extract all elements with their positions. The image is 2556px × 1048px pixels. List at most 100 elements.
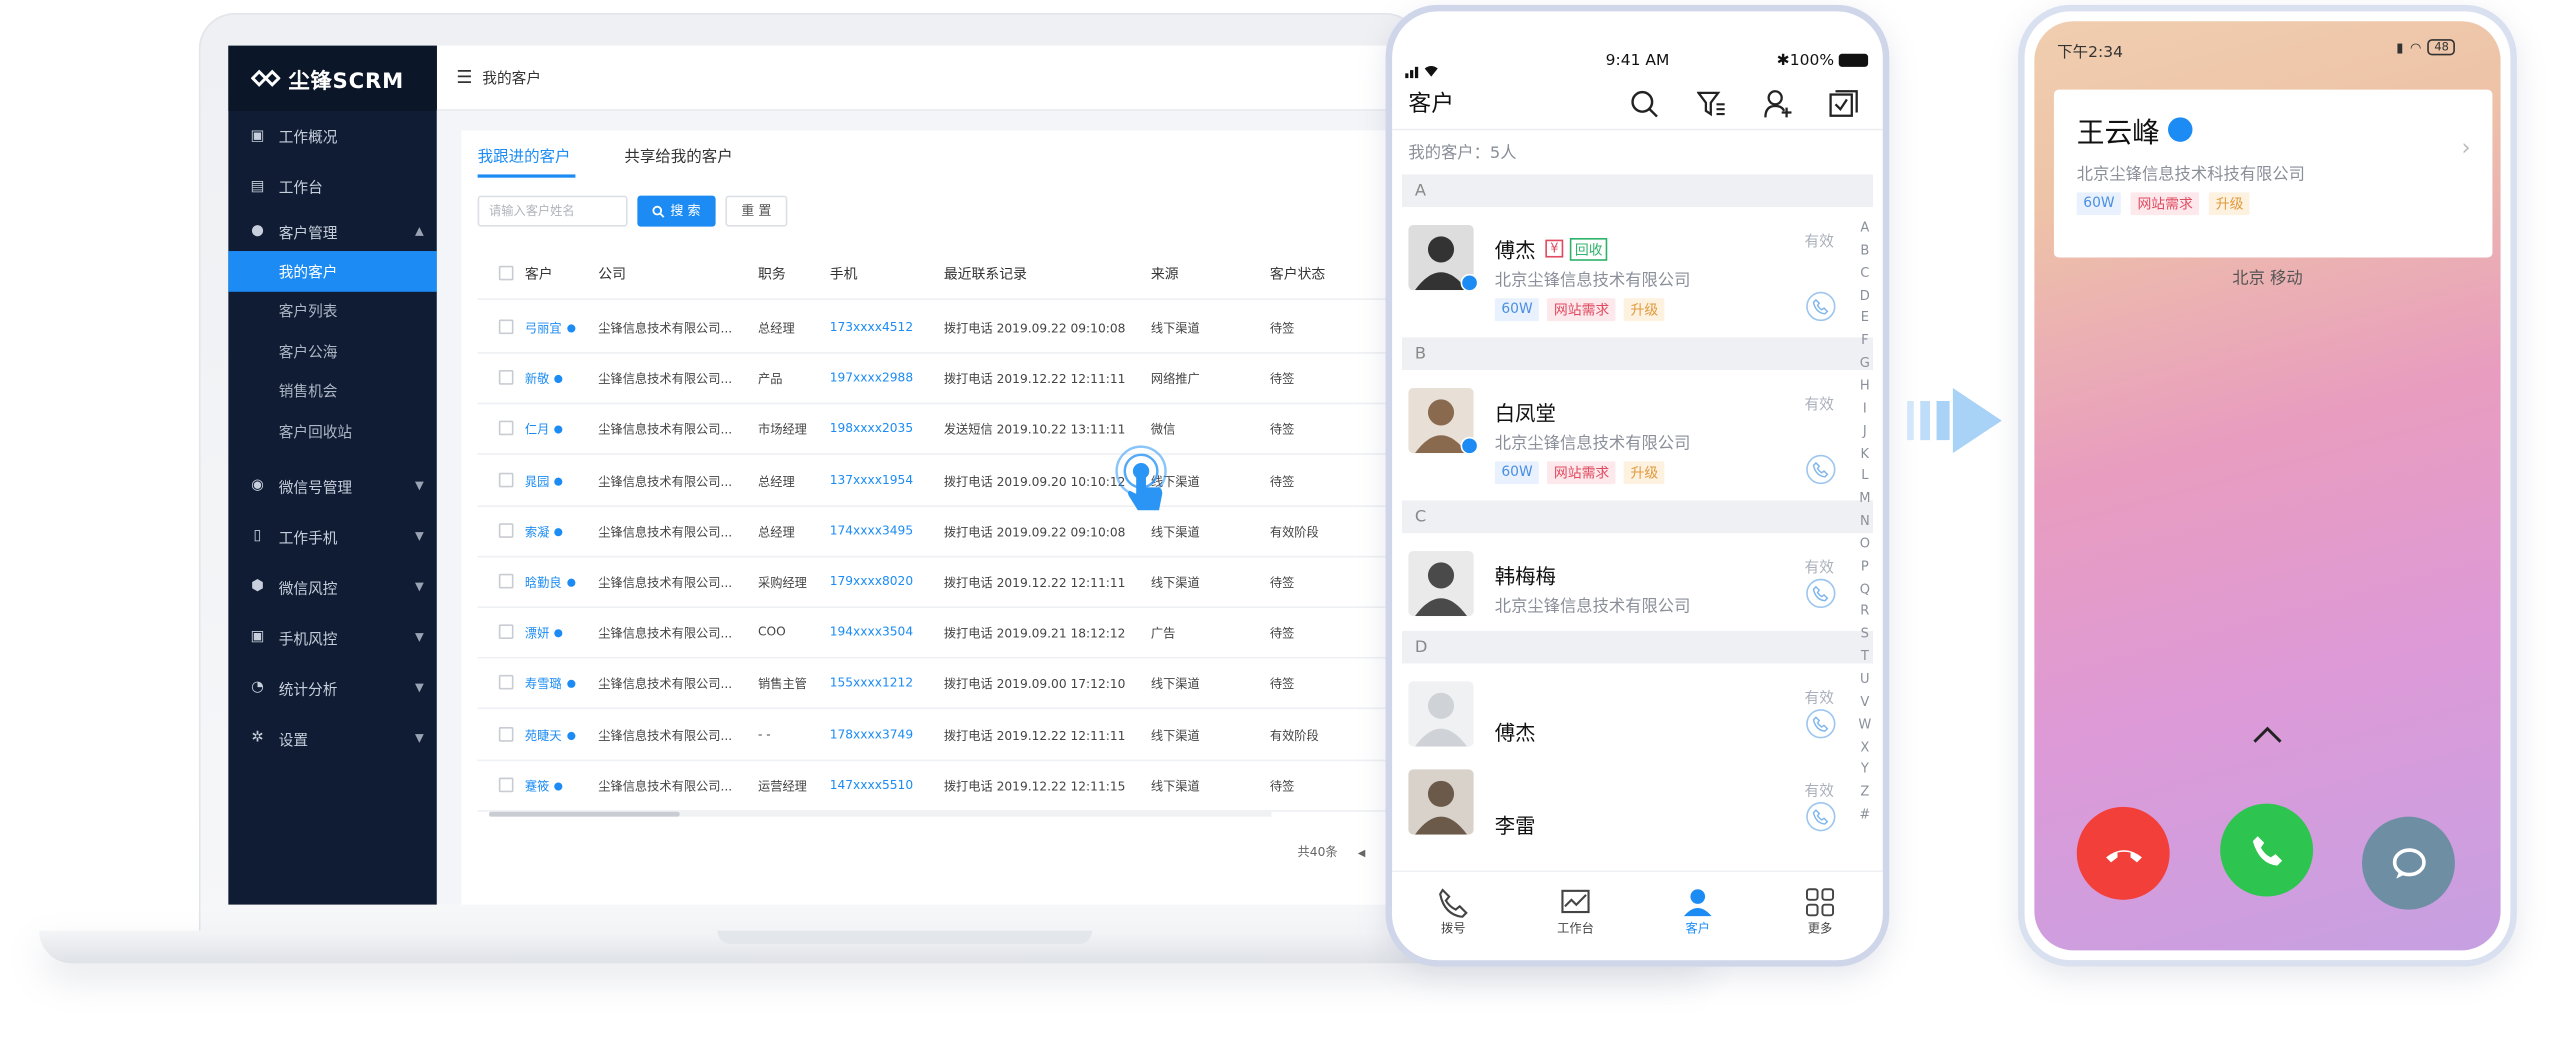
alpha-index-letter[interactable]: P bbox=[1857, 555, 1873, 578]
sub-nav-item[interactable]: 客户回收站 bbox=[228, 411, 437, 451]
accept-call-button[interactable] bbox=[2220, 803, 2314, 897]
alpha-index-letter[interactable]: B bbox=[1857, 239, 1873, 262]
alpha-index-letter[interactable]: U bbox=[1857, 668, 1873, 691]
nav-item-6[interactable]: ▣ 手机风控 ▼ bbox=[228, 612, 437, 663]
call-button[interactable] bbox=[1806, 578, 1836, 609]
nav-item-4[interactable]: ▯ 工作手机 ▼ bbox=[228, 511, 437, 562]
batch-select-icon[interactable] bbox=[1829, 90, 1858, 119]
search-icon[interactable] bbox=[1630, 90, 1659, 119]
row-checkbox[interactable] bbox=[498, 573, 514, 589]
tab-dial[interactable]: 拨号 bbox=[1392, 887, 1514, 938]
customer-name-link[interactable]: 弓丽宜 bbox=[525, 319, 577, 337]
alpha-index-letter[interactable]: A bbox=[1857, 217, 1873, 240]
customer-name-link[interactable]: 新敬 bbox=[525, 370, 565, 388]
row-checkbox[interactable] bbox=[498, 370, 514, 386]
nav-item-8[interactable]: ✲ 设置 ▼ bbox=[228, 713, 437, 764]
phone-link[interactable]: 155xxxx1212 bbox=[830, 675, 913, 690]
alpha-index-letter[interactable]: V bbox=[1857, 691, 1873, 714]
call-button[interactable] bbox=[1806, 709, 1836, 739]
nav-item-1[interactable]: ▤ 工作台 bbox=[228, 161, 437, 212]
alpha-index-letter[interactable]: X bbox=[1857, 736, 1873, 759]
phone-link[interactable]: 197xxxx2988 bbox=[830, 370, 913, 385]
row-checkbox[interactable] bbox=[498, 777, 514, 792]
alpha-index-letter[interactable]: Z bbox=[1857, 781, 1873, 804]
brand-logo[interactable]: 尘锋SCRM bbox=[228, 45, 437, 111]
prev-page-icon[interactable]: ◀ bbox=[1358, 848, 1366, 859]
alpha-index-letter[interactable]: # bbox=[1857, 804, 1873, 827]
phone-link[interactable]: 178xxxx3749 bbox=[830, 726, 913, 741]
contact-row[interactable]: 韩梅梅 北京尘锋信息技术有限公司 有效 bbox=[1392, 546, 1865, 644]
alpha-index-letter[interactable]: S bbox=[1857, 623, 1873, 646]
call-button[interactable] bbox=[1806, 291, 1836, 322]
tab-grid[interactable]: 更多 bbox=[1759, 887, 1881, 938]
customer-name-link[interactable]: 晗勤良 bbox=[525, 574, 577, 592]
tab-my-followed[interactable]: 我跟进的客户 bbox=[478, 143, 571, 166]
chevron-up-icon[interactable] bbox=[2251, 725, 2284, 745]
call-button[interactable] bbox=[1806, 802, 1836, 832]
sub-nav-item[interactable]: 客户列表 bbox=[228, 291, 437, 331]
row-checkbox[interactable] bbox=[498, 522, 514, 538]
customer-name-search-input[interactable]: 请输入客户姓名 bbox=[477, 195, 628, 227]
tab-shared-to-me[interactable]: 共享给我的客户 bbox=[624, 143, 732, 166]
alpha-index-letter[interactable]: H bbox=[1857, 375, 1873, 398]
nav-item-3[interactable]: ◉ 微信号管理 ▼ bbox=[228, 461, 437, 512]
alpha-index-letter[interactable]: Y bbox=[1857, 759, 1873, 782]
search-button[interactable]: 搜 索 bbox=[637, 195, 716, 227]
alpha-index-letter[interactable]: E bbox=[1857, 307, 1873, 330]
alpha-index-letter[interactable]: C bbox=[1857, 262, 1873, 285]
phone-link[interactable]: 147xxxx5510 bbox=[830, 777, 913, 792]
sub-nav-item[interactable]: 我的客户 bbox=[228, 251, 437, 291]
phone-link[interactable]: 137xxxx1954 bbox=[830, 472, 913, 487]
message-button[interactable] bbox=[2362, 816, 2455, 910]
nav-item-2[interactable]: ● 客户管理 ▲ bbox=[228, 212, 437, 251]
customer-name-link[interactable]: 蹇筱 bbox=[525, 777, 565, 795]
alpha-index-letter[interactable]: K bbox=[1857, 443, 1873, 466]
customer-name-link[interactable]: 晁园 bbox=[525, 472, 565, 490]
sub-nav-item[interactable]: 客户公海 bbox=[228, 331, 437, 371]
customer-name-link[interactable]: 索凝 bbox=[525, 523, 565, 541]
alpha-index-letter[interactable]: D bbox=[1857, 285, 1873, 308]
customer-name-link[interactable]: 苑睫天 bbox=[525, 726, 577, 744]
sub-nav-item[interactable]: 销售机会 bbox=[228, 371, 437, 411]
phone-link[interactable]: 173xxxx4512 bbox=[830, 319, 913, 334]
row-checkbox[interactable] bbox=[498, 319, 514, 335]
filter-icon[interactable] bbox=[1696, 90, 1726, 119]
menu-toggle-icon[interactable]: ☰ bbox=[456, 67, 472, 88]
scrollbar-thumb[interactable] bbox=[489, 811, 680, 817]
alpha-index-letter[interactable]: I bbox=[1857, 397, 1873, 420]
customer-name-link[interactable]: 仁月 bbox=[525, 421, 565, 439]
tab-user[interactable]: 客户 bbox=[1637, 887, 1759, 938]
row-checkbox[interactable] bbox=[498, 421, 514, 436]
contact-row[interactable]: 傅杰 有效 bbox=[1392, 676, 1865, 774]
alpha-index-letter[interactable]: L bbox=[1857, 465, 1873, 488]
add-user-icon[interactable] bbox=[1764, 90, 1793, 119]
tab-workbench[interactable]: 工作台 bbox=[1514, 887, 1636, 938]
alpha-index-letter[interactable]: O bbox=[1857, 533, 1873, 556]
alpha-index-letter[interactable]: M bbox=[1857, 488, 1873, 511]
alpha-index-letter[interactable]: G bbox=[1857, 352, 1873, 375]
phone-link[interactable]: 174xxxx3495 bbox=[830, 523, 913, 538]
caller-card[interactable]: 王云峰 北京尘锋信息技术科技有限公司 60W 网站需求 升级 › bbox=[2053, 89, 2493, 258]
alpha-index-letter[interactable]: J bbox=[1857, 420, 1873, 443]
decline-call-button[interactable] bbox=[2076, 806, 2170, 900]
phone-link[interactable]: 194xxxx3504 bbox=[830, 625, 913, 640]
alpha-index-letter[interactable]: T bbox=[1857, 646, 1873, 669]
nav-item-7[interactable]: ◔ 统计分析 ▼ bbox=[228, 663, 437, 714]
contact-row[interactable]: 李雷 有效 bbox=[1392, 769, 1865, 867]
row-checkbox[interactable] bbox=[498, 675, 514, 691]
select-all-checkbox[interactable] bbox=[498, 265, 514, 281]
row-checkbox[interactable] bbox=[498, 726, 514, 742]
alpha-index-letter[interactable]: R bbox=[1857, 601, 1873, 624]
alpha-index-letter[interactable]: Q bbox=[1857, 578, 1873, 601]
row-checkbox[interactable] bbox=[498, 472, 514, 487]
alpha-index-letter[interactable]: N bbox=[1857, 510, 1873, 533]
phone-link[interactable]: 179xxxx8020 bbox=[830, 574, 913, 589]
reset-button[interactable]: 重 置 bbox=[725, 195, 788, 227]
phone-link[interactable]: 198xxxx2035 bbox=[830, 421, 913, 436]
customer-name-link[interactable]: 漂妍 bbox=[525, 625, 565, 643]
alpha-index-letter[interactable]: F bbox=[1857, 330, 1873, 353]
customer-name-link[interactable]: 寿雪璐 bbox=[525, 675, 577, 693]
call-button[interactable] bbox=[1806, 454, 1836, 485]
alpha-index-letter[interactable]: W bbox=[1857, 713, 1873, 736]
nav-item-0[interactable]: ▣ 工作概况 bbox=[228, 111, 437, 162]
